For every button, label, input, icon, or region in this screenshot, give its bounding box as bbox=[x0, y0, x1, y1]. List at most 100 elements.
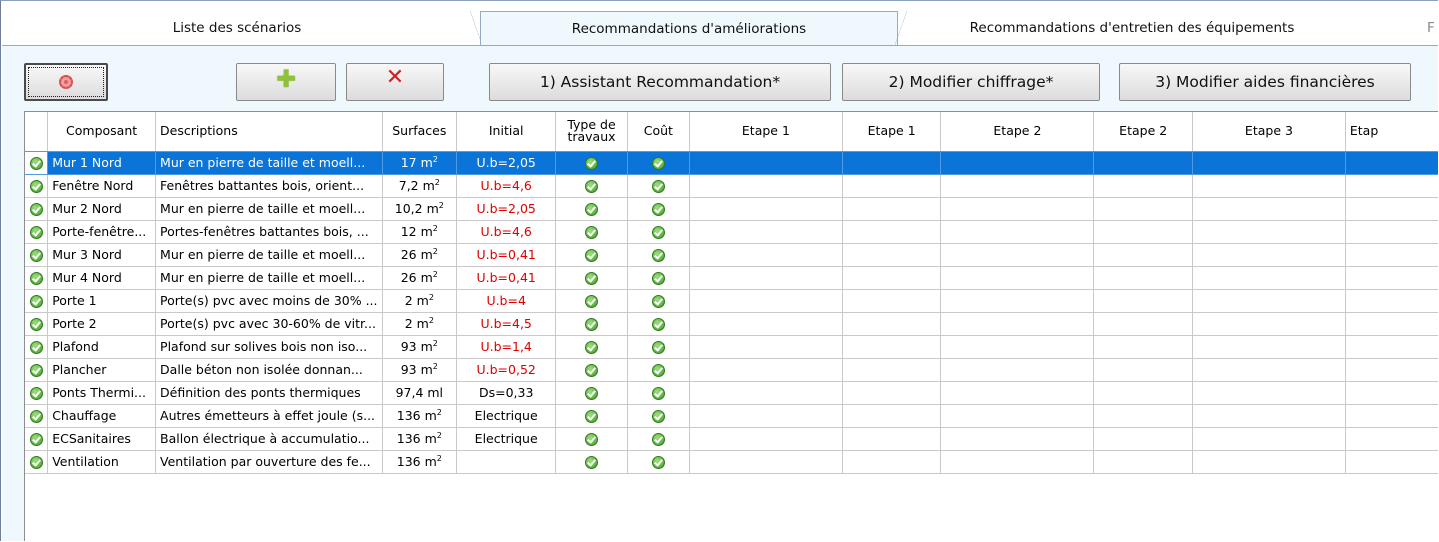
cell-etape[interactable] bbox=[1345, 381, 1438, 405]
column-header-etape-3[interactable]: Etape 3 bbox=[1192, 112, 1346, 152]
cell-etape[interactable] bbox=[1093, 197, 1193, 221]
table-row[interactable]: ECSanitaires Ballon électrique à accumula… bbox=[25, 427, 1438, 451]
cell-surface[interactable]: 97,4 ml bbox=[382, 381, 458, 405]
cell-surface[interactable]: 26 m2 bbox=[382, 266, 458, 290]
cell-cout[interactable] bbox=[627, 427, 690, 451]
cell-type-travaux[interactable] bbox=[555, 174, 628, 198]
cell-etape[interactable] bbox=[689, 335, 843, 359]
cell-etape[interactable] bbox=[689, 381, 843, 405]
cell-etape[interactable] bbox=[1192, 197, 1346, 221]
cell-type-travaux[interactable] bbox=[555, 358, 628, 382]
cell-description[interactable]: Porte(s) pvc avec moins de 30% ... bbox=[155, 289, 383, 313]
cell-description[interactable]: Porte(s) pvc avec 30-60% de vitr... bbox=[155, 312, 383, 336]
cell-etape[interactable] bbox=[1093, 450, 1193, 474]
delete-button[interactable]: ✕ bbox=[346, 63, 444, 101]
assistant-recommandation-button[interactable]: 1) Assistant Recommandation* bbox=[489, 63, 831, 101]
cell-cout[interactable] bbox=[627, 197, 690, 221]
cell-cout[interactable] bbox=[627, 243, 690, 267]
cell-surface[interactable]: 26 m2 bbox=[382, 243, 458, 267]
cell-initial[interactable]: U.b=2,05 bbox=[456, 197, 557, 221]
table-row[interactable]: Chauffage Autres émetteurs à effet joule … bbox=[25, 404, 1438, 428]
cell-type-travaux[interactable] bbox=[555, 335, 628, 359]
cell-etape[interactable] bbox=[842, 174, 942, 198]
cell-etape[interactable] bbox=[1345, 404, 1438, 428]
cell-etape[interactable] bbox=[1093, 427, 1193, 451]
cell-etape[interactable] bbox=[1345, 335, 1438, 359]
cell-description[interactable]: Dalle béton non isolée donnan... bbox=[155, 358, 383, 382]
cell-composant[interactable]: Mur 3 Nord bbox=[47, 243, 157, 267]
cell-etape[interactable] bbox=[689, 243, 843, 267]
cell-etape[interactable] bbox=[940, 266, 1095, 290]
cell-etape[interactable] bbox=[940, 289, 1095, 313]
cell-description[interactable]: Définition des ponts thermiques bbox=[155, 381, 383, 405]
cell-description[interactable]: Mur en pierre de taille et moell... bbox=[155, 266, 383, 290]
cell-initial[interactable]: Electrique bbox=[456, 427, 557, 451]
cell-etape[interactable] bbox=[1093, 220, 1193, 244]
cell-etape[interactable] bbox=[1345, 358, 1438, 382]
cell-etape[interactable] bbox=[1192, 243, 1346, 267]
cell-surface[interactable]: 10,2 m2 bbox=[382, 197, 458, 221]
column-header-etape-2-b[interactable]: Etape 2 bbox=[1093, 112, 1193, 152]
column-header-initial[interactable]: Initial bbox=[456, 112, 557, 152]
cell-etape[interactable] bbox=[940, 381, 1095, 405]
cell-etape[interactable] bbox=[1192, 220, 1346, 244]
cell-etape[interactable] bbox=[842, 427, 942, 451]
cell-etape[interactable] bbox=[1345, 266, 1438, 290]
cell-type-travaux[interactable] bbox=[555, 197, 628, 221]
cell-initial[interactable]: U.b=4,6 bbox=[456, 220, 557, 244]
cell-etape[interactable] bbox=[1093, 381, 1193, 405]
cell-etape[interactable] bbox=[1192, 266, 1346, 290]
cell-description[interactable]: Mur en pierre de taille et moell... bbox=[155, 243, 383, 267]
cell-cout[interactable] bbox=[627, 174, 690, 198]
cell-etape[interactable] bbox=[1345, 312, 1438, 336]
cell-etape[interactable] bbox=[689, 450, 843, 474]
cell-description[interactable]: Plafond sur solives bois non iso... bbox=[155, 335, 383, 359]
table-row[interactable]: Porte 1 Porte(s) pvc avec moins de 30% ..… bbox=[25, 289, 1438, 313]
cell-cout[interactable] bbox=[627, 381, 690, 405]
cell-description[interactable]: Fenêtres battantes bois, orient... bbox=[155, 174, 383, 198]
cell-etape[interactable] bbox=[1192, 404, 1346, 428]
cell-etape[interactable] bbox=[1093, 358, 1193, 382]
cell-etape[interactable] bbox=[842, 197, 942, 221]
column-header-surfaces[interactable]: Surfaces bbox=[382, 112, 458, 152]
cell-composant[interactable]: Porte 2 bbox=[47, 312, 157, 336]
cell-type-travaux[interactable] bbox=[555, 312, 628, 336]
cell-etape[interactable] bbox=[940, 243, 1095, 267]
cell-type-travaux[interactable] bbox=[555, 427, 628, 451]
cell-etape[interactable] bbox=[689, 312, 843, 336]
column-header-etape-2[interactable]: Etape 2 bbox=[940, 112, 1095, 152]
cell-type-travaux[interactable] bbox=[555, 381, 628, 405]
cell-surface[interactable]: 93 m2 bbox=[382, 358, 458, 382]
cell-etape[interactable] bbox=[940, 174, 1095, 198]
cell-etape[interactable] bbox=[1093, 289, 1193, 313]
cell-etape[interactable] bbox=[689, 404, 843, 428]
settings-button[interactable] bbox=[24, 63, 108, 101]
cell-composant[interactable]: Mur 1 Nord bbox=[47, 151, 157, 175]
cell-etape[interactable] bbox=[842, 404, 942, 428]
cell-etape[interactable] bbox=[1093, 243, 1193, 267]
cell-etape[interactable] bbox=[940, 404, 1095, 428]
cell-etape[interactable] bbox=[1345, 197, 1438, 221]
cell-etape[interactable] bbox=[940, 197, 1095, 221]
column-header-composant[interactable]: Composant bbox=[47, 112, 157, 152]
cell-etape[interactable] bbox=[842, 358, 942, 382]
cell-composant[interactable]: Fenêtre Nord bbox=[47, 174, 157, 198]
cell-etape[interactable] bbox=[1192, 312, 1346, 336]
cell-etape[interactable] bbox=[689, 197, 843, 221]
cell-type-travaux[interactable] bbox=[555, 151, 628, 175]
cell-initial[interactable]: Ds=0,33 bbox=[456, 381, 557, 405]
cell-initial[interactable]: U.b=1,4 bbox=[456, 335, 557, 359]
table-row[interactable]: Mur 4 Nord Mur en pierre de taille et moe… bbox=[25, 266, 1438, 290]
cell-etape[interactable] bbox=[842, 266, 942, 290]
cell-composant[interactable]: Plancher bbox=[47, 358, 157, 382]
cell-surface[interactable]: 136 m2 bbox=[382, 450, 458, 474]
cell-surface[interactable]: 7,2 m2 bbox=[382, 174, 458, 198]
cell-composant[interactable]: Ponts Thermi... bbox=[47, 381, 157, 405]
tab-recommandations-entretien[interactable]: Recommandations d'entretien des équipeme… bbox=[912, 11, 1352, 45]
cell-etape[interactable] bbox=[940, 427, 1095, 451]
cell-etape[interactable] bbox=[1345, 450, 1438, 474]
cell-cout[interactable] bbox=[627, 404, 690, 428]
cell-cout[interactable] bbox=[627, 266, 690, 290]
column-header-etape-3-b[interactable]: Etap bbox=[1345, 112, 1438, 152]
cell-etape[interactable] bbox=[1192, 174, 1346, 198]
